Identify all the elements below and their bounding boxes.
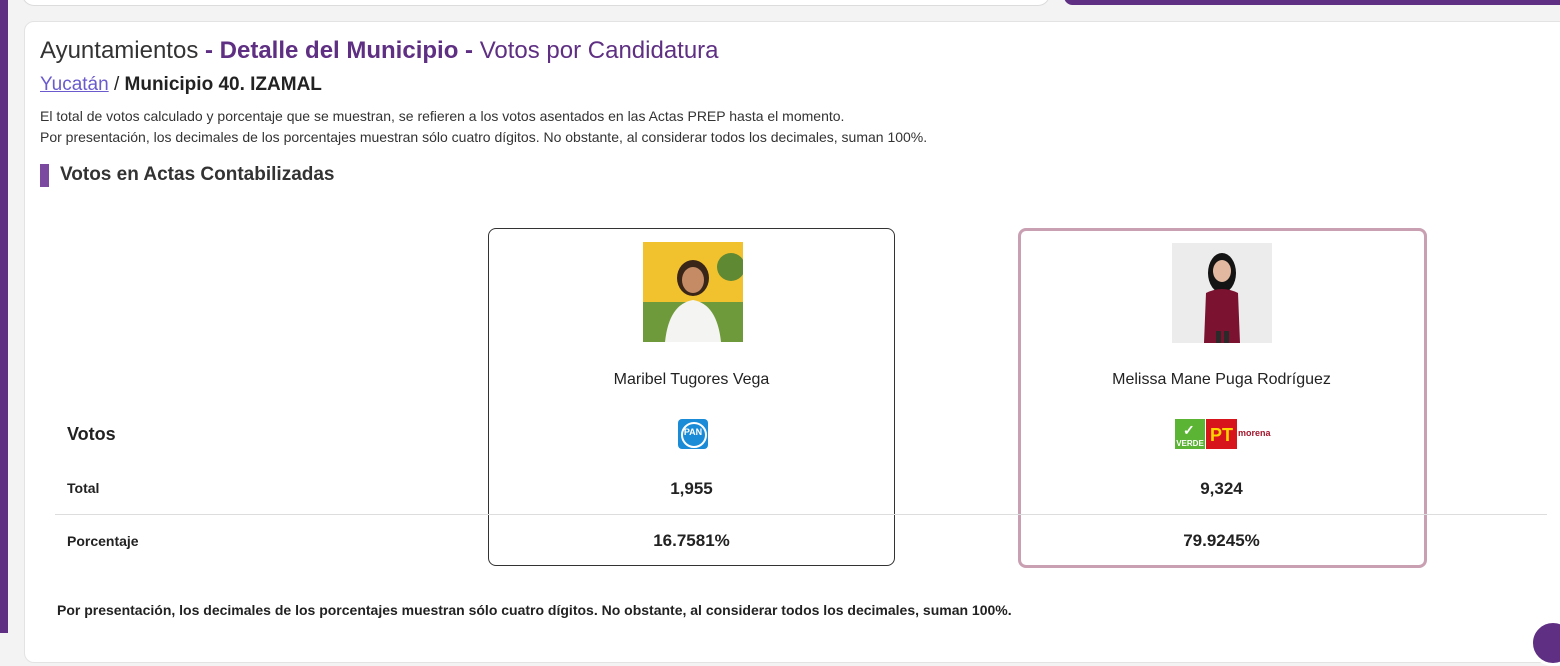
- info-note-1: El total de votos calculado y porcentaje…: [40, 108, 845, 124]
- title-separator: -: [198, 37, 220, 64]
- row-divider: [55, 514, 1547, 515]
- candidate-1-total: 1,955: [670, 479, 713, 498]
- pt-party-logo-icon: PT: [1206, 419, 1237, 449]
- row-label-votos: Votos: [67, 424, 116, 444]
- breadcrumb: Yucatán / Municipio 40. IZAMAL: [40, 74, 322, 96]
- left-accent-bar: [0, 0, 8, 633]
- morena-party-logo-icon: morena: [1238, 428, 1271, 438]
- pt-logo-text: PT: [1209, 425, 1233, 445]
- top-panel-fragment: [22, 0, 1050, 6]
- breadcrumb-separator: /: [108, 74, 125, 95]
- title-subsection: Votos por Candidatura: [479, 37, 719, 64]
- title-section: Ayuntamientos: [40, 37, 199, 64]
- breadcrumb-state-link[interactable]: Yucatán: [40, 74, 109, 95]
- verde-party-logo-icon: ✓ VERDE: [1175, 419, 1205, 449]
- candidate-photo-1: [643, 242, 743, 342]
- candidate-name-2: Melissa Mane Puga Rodríguez: [1112, 371, 1331, 388]
- candidate-photo-2: [1172, 243, 1272, 343]
- top-button-fragment[interactable]: [1064, 0, 1560, 5]
- row-label-porcentaje: Porcentaje: [67, 533, 139, 549]
- pan-party-logo-icon: PAN: [678, 419, 708, 449]
- candidate-name-1: Maribel Tugores Vega: [613, 371, 770, 388]
- title-detail: Detalle del Municipio: [219, 37, 459, 64]
- row-label-total: Total: [67, 480, 100, 496]
- verde-logo-text: VERDE: [1176, 439, 1204, 448]
- info-note-2: Por presentación, los decimales de los p…: [40, 129, 928, 145]
- title-separator: -: [458, 37, 480, 64]
- candidate-2-total: 9,324: [1200, 479, 1243, 498]
- page-title: Ayuntamientos - Detalle del Municipio - …: [40, 37, 719, 65]
- section-title: Votos en Actas Contabilizadas: [60, 164, 335, 185]
- footnote: Por presentación, los decimales de los p…: [57, 602, 1012, 618]
- candidate-2-percentage: 79.9245%: [1183, 531, 1260, 550]
- breadcrumb-municipality: Municipio 40. IZAMAL: [124, 74, 322, 95]
- pan-logo-text: PAN: [683, 427, 703, 437]
- candidate-1-percentage: 16.7581%: [653, 531, 730, 550]
- coalition-logo-icon: ✓ VERDE PT morena: [1175, 419, 1275, 449]
- section-marker: [40, 164, 49, 187]
